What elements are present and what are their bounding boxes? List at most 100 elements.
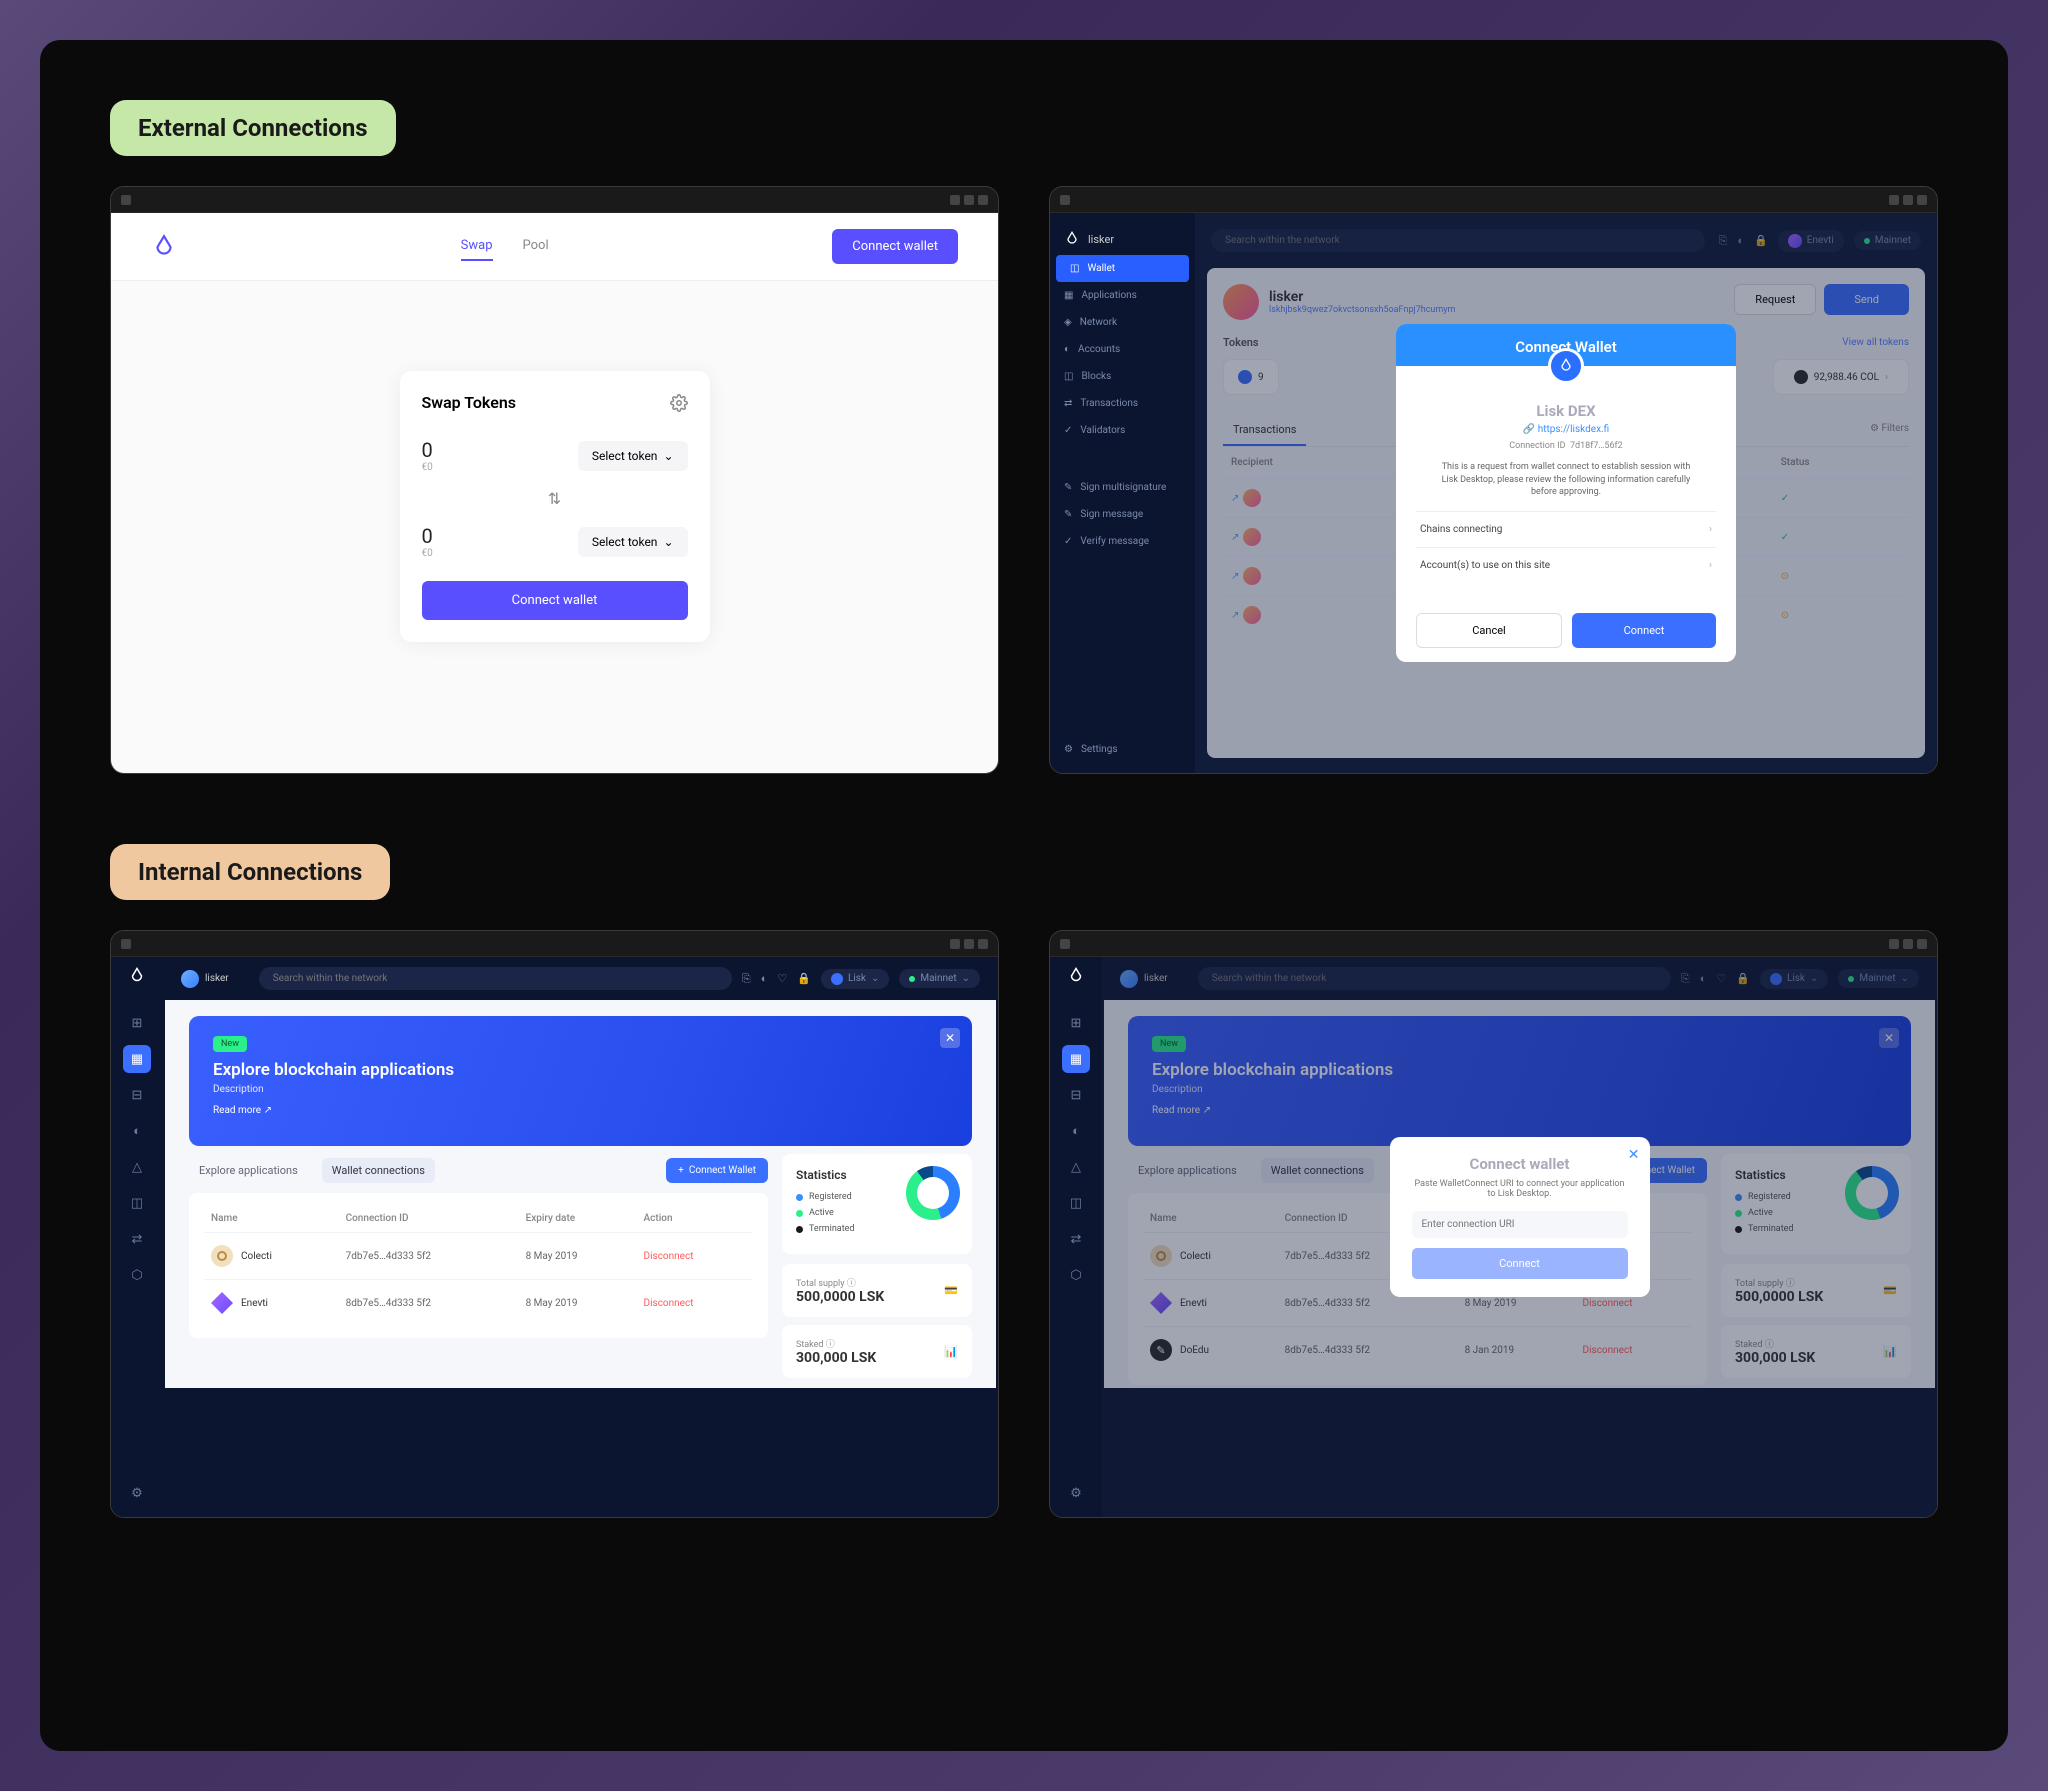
section-header-external: External Connections bbox=[110, 100, 396, 156]
brand-name: lisker bbox=[205, 973, 229, 984]
sidebar-item-wallet[interactable]: ◫Wallet bbox=[1056, 255, 1189, 282]
search-input[interactable] bbox=[259, 967, 732, 990]
modal-accounts-section[interactable]: Account(s) to use on this site› bbox=[1416, 547, 1716, 583]
modal-connect-button[interactable]: Connect bbox=[1572, 613, 1716, 648]
sidebar-item-verify-message[interactable]: ✓Verify message bbox=[1050, 528, 1195, 555]
modal-overlay[interactable]: ✕ Connect wallet Paste WalletConnect URI… bbox=[1102, 957, 1937, 1517]
connect-wallet-button[interactable]: Connect wallet bbox=[832, 229, 958, 264]
tab-pool[interactable]: Pool bbox=[523, 232, 549, 261]
modal-connection-id: Connection ID 7d18f7…56f2 bbox=[1416, 441, 1716, 451]
disconnect-link[interactable]: Disconnect bbox=[644, 1298, 694, 1309]
nav-icon[interactable]: ⇄ bbox=[1062, 1225, 1090, 1253]
modal-app-name: Lisk DEX bbox=[1416, 402, 1716, 420]
swap-connect-button[interactable]: Connect wallet bbox=[422, 581, 688, 620]
sidebar-item-sign-multisig[interactable]: ✎Sign multisignature bbox=[1050, 474, 1195, 501]
nav-icon[interactable]: ⊞ bbox=[1062, 1009, 1090, 1037]
table-row[interactable]: Enevti 8db7e5…4d333 5f28 May 2019 Discon… bbox=[205, 1280, 752, 1327]
nav-icon[interactable]: ⊟ bbox=[123, 1081, 151, 1109]
hero-close-icon[interactable]: ✕ bbox=[940, 1028, 960, 1048]
sidebar-item-validators[interactable]: ✓Validators bbox=[1050, 417, 1195, 444]
brand-icon bbox=[128, 967, 146, 985]
mainnet-pill[interactable]: Mainnet⌄ bbox=[899, 969, 980, 988]
sidebar-item-network[interactable]: ◈Network bbox=[1050, 309, 1195, 336]
app-pill[interactable]: Lisk⌄ bbox=[821, 969, 889, 989]
brand-icon bbox=[1067, 967, 1085, 985]
token-select-from[interactable]: Select token⌄ bbox=[578, 441, 688, 471]
nav-icon[interactable]: ⬡ bbox=[123, 1261, 151, 1289]
nav-icon[interactable]: ◐ bbox=[123, 1117, 151, 1145]
window-explore-connections: ⊞ ▦ ⊟ ◐ △ ◫ ⇄ ⬡ ⚙ lisker ⎘ ◐ ♡ bbox=[110, 930, 999, 1518]
modal-app-url[interactable]: 🔗 https://liskdex.fi bbox=[1416, 424, 1716, 435]
explore-sidenav: ⊞ ▦ ⊟ ◐ △ ◫ ⇄ ⬡ ⚙ bbox=[111, 957, 163, 1517]
settings-icon[interactable] bbox=[670, 394, 688, 412]
nav-icon[interactable]: ⊟ bbox=[1062, 1081, 1090, 1109]
tab-wallet-connections[interactable]: Wallet connections bbox=[322, 1158, 435, 1183]
nav-icon[interactable]: ⇄ bbox=[123, 1225, 151, 1253]
supply-icon: 💳 bbox=[944, 1284, 958, 1297]
nav-settings-icon[interactable]: ⚙ bbox=[1062, 1479, 1090, 1507]
swap-amount-from[interactable]: 0 bbox=[422, 438, 433, 462]
modal-description: This is a request from wallet connect to… bbox=[1436, 461, 1696, 499]
swap-sub-to: €0 bbox=[422, 548, 433, 559]
chevron-down-icon: ⌄ bbox=[663, 535, 673, 549]
chevron-right-icon: › bbox=[1709, 524, 1712, 535]
app-logo-icon bbox=[151, 234, 177, 260]
connect-wallet-button[interactable]: +Connect Wallet bbox=[666, 1158, 768, 1183]
donut-chart bbox=[906, 1166, 960, 1220]
topbar-icon[interactable]: ⎘ bbox=[742, 972, 751, 986]
chevron-right-icon: › bbox=[1709, 560, 1712, 571]
section-header-internal: Internal Connections bbox=[110, 844, 390, 900]
table-row[interactable]: Colecti 7db7e5…4d333 5f28 May 2019 Disco… bbox=[205, 1233, 752, 1280]
sidebar-item-applications[interactable]: ▦Applications bbox=[1050, 282, 1195, 309]
staked-icon: 📊 bbox=[944, 1345, 958, 1358]
nav-icon-apps[interactable]: ▦ bbox=[1062, 1045, 1090, 1073]
nav-icon[interactable]: ◫ bbox=[1062, 1189, 1090, 1217]
connect-wallet-modal: Connect Wallet Lisk DEX 🔗 https://liskde… bbox=[1396, 324, 1736, 662]
brand-name: lisker bbox=[1088, 233, 1114, 246]
user-avatar-icon[interactable] bbox=[181, 970, 199, 988]
sidebar-item-sign-message[interactable]: ✎Sign message bbox=[1050, 501, 1195, 528]
nav-icon[interactable]: ◐ bbox=[1062, 1117, 1090, 1145]
sidebar-item-accounts[interactable]: ◐Accounts bbox=[1050, 336, 1195, 363]
nav-icon[interactable]: ⊞ bbox=[123, 1009, 151, 1037]
hero-title: Explore blockchain applications bbox=[213, 1060, 948, 1080]
window-chrome bbox=[111, 187, 998, 213]
tab-explore-apps[interactable]: Explore applications bbox=[189, 1158, 308, 1183]
connections-table: NameConnection ID Expiry dateAction Cole… bbox=[205, 1205, 752, 1326]
nav-icon[interactable]: △ bbox=[123, 1153, 151, 1181]
chevron-down-icon: ⌄ bbox=[663, 449, 673, 463]
nav-settings-icon[interactable]: ⚙ bbox=[123, 1479, 151, 1507]
brand-icon bbox=[1064, 231, 1080, 247]
swap-title: Swap Tokens bbox=[422, 393, 517, 412]
modal-cancel-button[interactable]: Cancel bbox=[1416, 613, 1562, 648]
swap-amount-to[interactable]: 0 bbox=[422, 524, 433, 548]
nav-icon-apps[interactable]: ▦ bbox=[123, 1045, 151, 1073]
hero-description: Description bbox=[213, 1084, 948, 1095]
sidebar-item-blocks[interactable]: ◫Blocks bbox=[1050, 363, 1195, 390]
window-swap: Swap Pool Connect wallet Swap Tokens 0 €… bbox=[110, 186, 999, 774]
topbar-icon[interactable]: ♡ bbox=[777, 972, 787, 985]
tab-swap[interactable]: Swap bbox=[461, 232, 493, 261]
sidebar-item-transactions[interactable]: ⇄Transactions bbox=[1050, 390, 1195, 417]
nav-icon[interactable]: △ bbox=[1062, 1153, 1090, 1181]
token-select-to[interactable]: Select token⌄ bbox=[578, 527, 688, 557]
wallet-sidebar: lisker ◫Wallet ▦Applications ◈Network ◐A… bbox=[1050, 213, 1195, 773]
topbar-icon[interactable]: 🔒 bbox=[797, 972, 811, 985]
swap-card: Swap Tokens 0 €0 Select token⌄ ⇅ 0 bbox=[400, 371, 710, 642]
modal-connect-button[interactable]: Connect bbox=[1412, 1248, 1628, 1279]
modal-app-logo bbox=[1548, 348, 1584, 384]
hero-banner: ✕ New Explore blockchain applications De… bbox=[189, 1016, 972, 1146]
modal-title: Connect wallet bbox=[1412, 1155, 1628, 1173]
topbar-icon[interactable]: ◐ bbox=[761, 972, 768, 985]
connection-uri-input[interactable] bbox=[1412, 1211, 1628, 1238]
modal-close-icon[interactable]: ✕ bbox=[1628, 1147, 1640, 1163]
nav-icon[interactable]: ◫ bbox=[123, 1189, 151, 1217]
window-explore-connect-modal: ⊞ ▦ ⊟ ◐ △ ◫ ⇄ ⬡ ⚙ lisker ⎘ ◐ ♡ bbox=[1049, 930, 1938, 1518]
read-more-link[interactable]: Read more ↗ bbox=[213, 1105, 948, 1116]
disconnect-link[interactable]: Disconnect bbox=[644, 1251, 694, 1262]
window-wallet-dashboard: lisker ◫Wallet ▦Applications ◈Network ◐A… bbox=[1049, 186, 1938, 774]
modal-chains-section[interactable]: Chains connecting› bbox=[1416, 511, 1716, 547]
nav-icon[interactable]: ⬡ bbox=[1062, 1261, 1090, 1289]
modal-overlay[interactable]: Connect Wallet Lisk DEX 🔗 https://liskde… bbox=[1195, 213, 1937, 773]
swap-direction-icon[interactable]: ⇅ bbox=[422, 481, 688, 516]
